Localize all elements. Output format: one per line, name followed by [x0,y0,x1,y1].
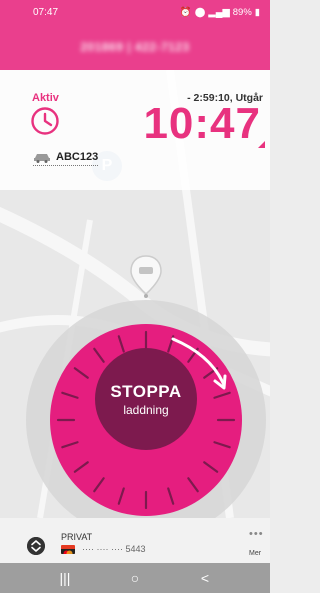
recents-button[interactable]: ||| [53,570,77,586]
end-time[interactable]: 10:47 [143,98,261,150]
status-label: Aktiv [32,92,59,104]
map-pin-icon[interactable] [128,254,164,298]
battery-level: 89% [232,6,252,18]
battery-icon: ▮ [254,6,260,18]
signal-icon: ▂▄▆ [208,6,230,18]
clock-icon [31,107,59,135]
stop-parking-button[interactable]: STOPPA laddning [95,348,197,450]
location-icon: ⬤ [194,6,206,18]
header-title: 201869 | 422-7123 [80,40,190,54]
system-nav-bar: ||| ○ < [0,563,270,593]
card-number: ···· ···· ···· 5443 [82,544,146,554]
status-bar: 07:47 ⏰ ⬤ ▂▄▆ 89% ▮ [0,0,270,24]
more-label[interactable]: Mer [249,550,261,557]
vehicle-selector[interactable]: ABC123 [33,151,99,166]
alarm-icon: ⏰ [179,6,192,18]
app-header: 201869 | 422-7123 [0,24,270,70]
car-icon [34,153,50,163]
stop-button-subtitle: laddning [123,402,169,417]
time-edit-indicator [258,141,265,148]
status-icons: ⏰ ⬤ ▂▄▆ 89% ▮ [180,7,260,18]
sort-icon[interactable] [27,537,45,555]
back-button[interactable]: < [193,570,217,586]
card-icon [61,545,75,554]
more-icon[interactable]: ••• [249,528,264,540]
payment-account-label[interactable]: PRIVAT [61,532,92,542]
license-plate: ABC123 [56,151,99,163]
home-button[interactable]: ○ [123,570,147,586]
app-screen: 07:47 ⏰ ⬤ ▂▄▆ 89% ▮ 201869 | 422-7123 P … [0,0,270,593]
stop-button-title: STOPPA [110,381,182,401]
status-time: 07:47 [33,6,59,18]
